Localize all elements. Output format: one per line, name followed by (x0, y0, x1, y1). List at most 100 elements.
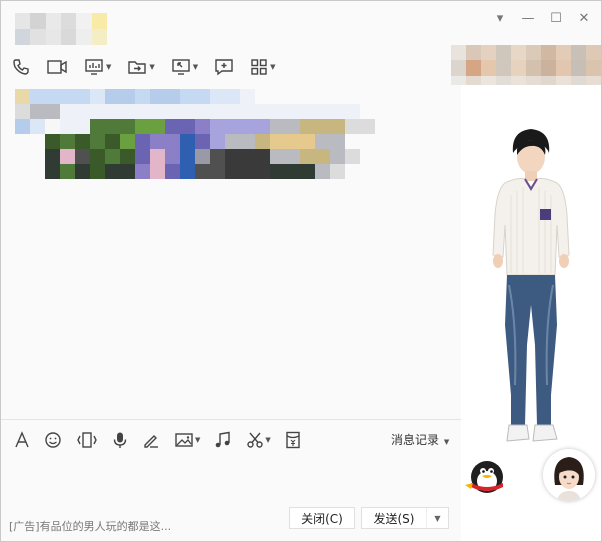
chat-toolbar: ▼ ▼ ▼ ▼ (9, 55, 285, 79)
blur-pixel (315, 104, 330, 119)
blur-pixel (300, 104, 315, 119)
emoji-button[interactable] (41, 429, 65, 451)
qq-penguin-icon[interactable] (463, 453, 509, 497)
voice-message-icon (113, 432, 127, 448)
input-divider (1, 419, 461, 420)
blur-pixel (150, 134, 165, 149)
maximize-icon[interactable]: ☐ (547, 9, 565, 27)
blur-pixel (466, 60, 481, 76)
create-discussion-button[interactable] (211, 55, 237, 79)
blur-pixel (45, 149, 60, 164)
ad-link[interactable]: [广告]有品位的男人玩的都是这... (9, 518, 171, 534)
blur-pixel (360, 164, 375, 179)
chevron-down-icon: ▼ (195, 436, 201, 444)
shake-button[interactable] (73, 429, 101, 451)
blur-pixel (285, 89, 300, 104)
blur-pixel (240, 149, 255, 164)
blur-pixel (526, 45, 541, 61)
blur-pixel (30, 104, 45, 119)
video-call-icon (47, 60, 67, 74)
blur-pixel (30, 29, 46, 45)
blur-pixel (315, 134, 330, 149)
blur-pixel (345, 134, 360, 149)
blur-pixel (180, 164, 195, 179)
send-button[interactable]: 发送(S) ▼ (361, 507, 449, 529)
message-input[interactable] (1, 455, 461, 507)
input-toolbar: ▼ ▼ (11, 429, 308, 451)
blur-pixel (76, 13, 92, 29)
blur-pixel (541, 60, 556, 76)
dropdown-menu-icon[interactable]: ▾ (491, 9, 509, 27)
blur-pixel (315, 149, 330, 164)
close-button[interactable]: 关闭(C) (289, 507, 355, 529)
app-grid-button[interactable]: ▼ (247, 55, 278, 79)
screenshot-button[interactable]: ▼ (243, 429, 273, 451)
blur-pixel (210, 104, 225, 119)
blur-pixel (15, 134, 30, 149)
minimize-icon[interactable]: — (519, 9, 537, 27)
blur-pixel (150, 164, 165, 179)
blur-pixel (120, 89, 135, 104)
message-history-button[interactable]: 消息记录 ▼ (391, 431, 449, 448)
remote-assist-button[interactable]: ▼ (168, 55, 201, 79)
blur-pixel (90, 149, 105, 164)
blur-pixel (150, 149, 165, 164)
blur-pixel (210, 89, 225, 104)
blur-pixel (270, 89, 285, 104)
user-avatar[interactable] (543, 449, 595, 501)
blur-pixel (150, 89, 165, 104)
blur-pixel (466, 45, 481, 61)
file-transfer-button[interactable]: ▼ (124, 55, 157, 79)
voice-call-button[interactable] (9, 55, 33, 79)
blur-pixel (150, 104, 165, 119)
font-button[interactable] (11, 429, 33, 451)
blur-pixel (30, 149, 45, 164)
handwriting-button[interactable] (139, 429, 163, 451)
image-button[interactable]: ▼ (171, 429, 203, 451)
blur-pixel (30, 89, 45, 104)
blur-pixel (105, 149, 120, 164)
blur-pixel (300, 134, 315, 149)
blur-pixel (75, 119, 90, 134)
screen-share-button[interactable]: ▼ (81, 55, 114, 79)
blur-pixel (165, 149, 180, 164)
blur-pixel (90, 89, 105, 104)
music-button[interactable] (211, 429, 235, 451)
blur-pixel (195, 149, 210, 164)
blur-pixel (91, 13, 107, 29)
blur-pixel (360, 89, 375, 104)
blur-pixel (270, 104, 285, 119)
blur-pixel (195, 89, 210, 104)
blur-pixel (120, 119, 135, 134)
blur-pixel (240, 104, 255, 119)
blur-pixel (75, 104, 90, 119)
avatar-face-icon (543, 449, 595, 501)
blur-pixel (315, 119, 330, 134)
message-history-area[interactable] (1, 85, 461, 419)
video-call-button[interactable] (43, 55, 71, 79)
blur-pixel (285, 149, 300, 164)
send-options-icon[interactable]: ▼ (426, 508, 448, 528)
blur-pixel (195, 119, 210, 134)
blur-pixel (496, 60, 511, 76)
blur-pixel (330, 149, 345, 164)
blur-pixel (75, 164, 90, 179)
blur-pixel (45, 13, 61, 29)
image-icon (175, 433, 193, 447)
blur-pixel (556, 60, 571, 76)
close-icon[interactable]: ✕ (575, 9, 593, 27)
window-controls: ▾ — ☐ ✕ (491, 9, 593, 27)
blur-pixel (30, 134, 45, 149)
blur-pixel (300, 164, 315, 179)
blur-pixel (195, 104, 210, 119)
voice-message-button[interactable] (109, 429, 131, 451)
blur-pixel (15, 149, 30, 164)
blur-pixel (195, 164, 210, 179)
create-discussion-icon (215, 59, 233, 76)
emoji-icon (45, 432, 61, 448)
voice-call-icon (13, 59, 29, 75)
blur-pixel (105, 119, 120, 134)
blur-pixel (15, 119, 30, 134)
blur-pixel (210, 149, 225, 164)
red-packet-button[interactable] (282, 429, 304, 451)
